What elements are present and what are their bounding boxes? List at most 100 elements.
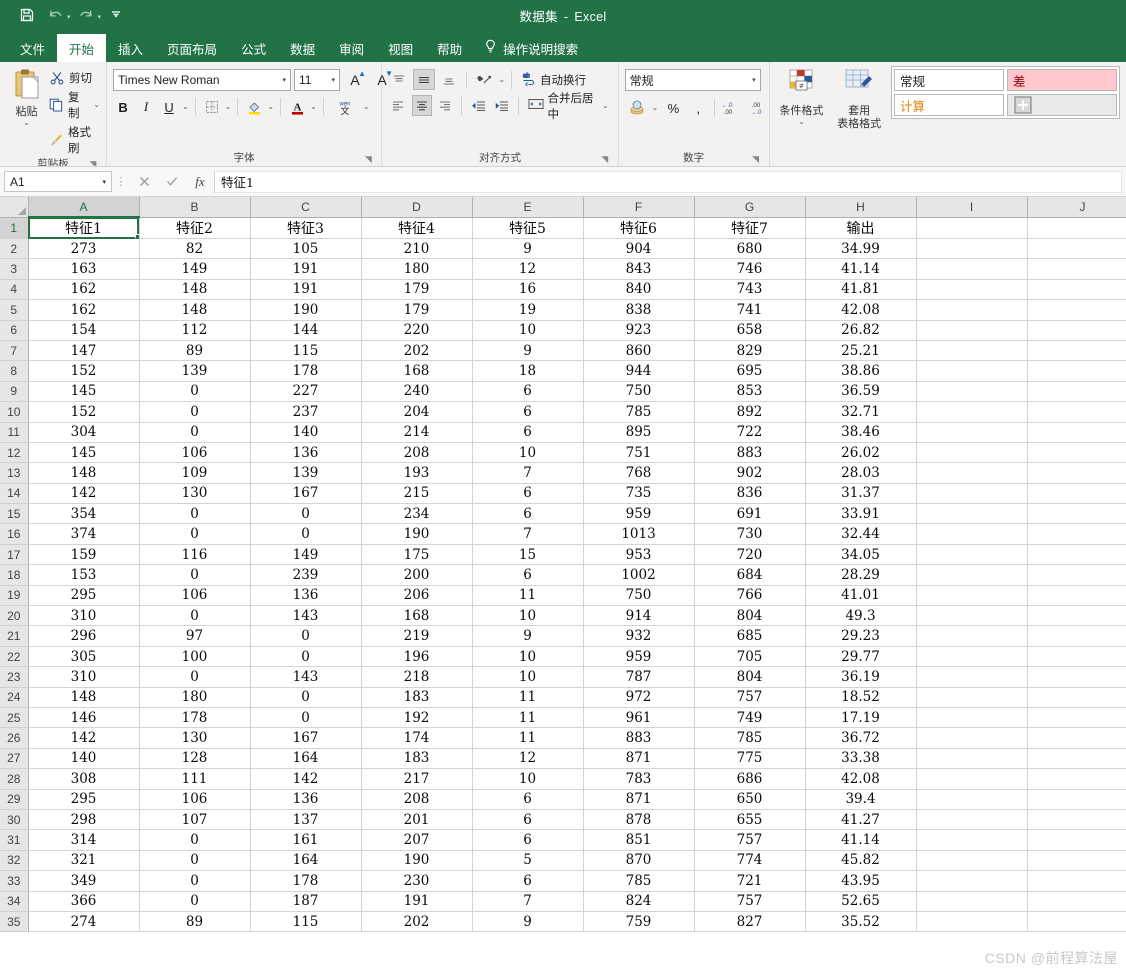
cell-H17[interactable]: 34.05 xyxy=(805,544,917,566)
cell-A4[interactable]: 162 xyxy=(28,279,140,301)
cell-C4[interactable]: 191 xyxy=(250,279,362,301)
cell-E11[interactable]: 6 xyxy=(472,422,584,443)
cell-B26[interactable]: 130 xyxy=(139,727,251,749)
cell-J1[interactable] xyxy=(1027,217,1126,239)
cell-B1[interactable]: 特征2 xyxy=(139,217,251,239)
cell-I22[interactable] xyxy=(916,646,1028,668)
cell-J28[interactable] xyxy=(1027,768,1126,790)
cell-J21[interactable] xyxy=(1027,625,1126,647)
cell-H21[interactable]: 29.23 xyxy=(805,625,917,647)
cell-A26[interactable]: 142 xyxy=(28,727,140,749)
cell-E33[interactable]: 6 xyxy=(472,870,584,892)
cell-J34[interactable] xyxy=(1027,891,1126,912)
row-header-6[interactable]: 6 xyxy=(0,320,29,341)
cell-I21[interactable] xyxy=(916,625,1028,647)
table-row[interactable]: 22 305 100 0 196 10 959 705 29.77 xyxy=(0,646,1126,668)
cell-A13[interactable]: 148 xyxy=(28,462,140,484)
cell-D35[interactable]: 202 xyxy=(361,911,473,933)
cell-A32[interactable]: 321 xyxy=(28,850,140,872)
cell-A18[interactable]: 153 xyxy=(28,564,140,586)
cell-A7[interactable]: 147 xyxy=(28,340,140,362)
orientation-icon[interactable]: a xyxy=(473,69,495,90)
cell-C19[interactable]: 136 xyxy=(250,585,362,607)
formula-input[interactable]: 特征1 xyxy=(214,170,1122,193)
cell-C26[interactable]: 167 xyxy=(250,727,362,749)
cancel-icon[interactable] xyxy=(130,171,158,193)
table-row[interactable]: 2 273 82 105 210 9 904 680 34.99 xyxy=(0,238,1126,260)
cell-style-swatch[interactable] xyxy=(1007,94,1118,116)
cell-H33[interactable]: 43.95 xyxy=(805,870,917,892)
cell-E5[interactable]: 19 xyxy=(472,299,584,321)
cell-F9[interactable]: 750 xyxy=(583,381,695,403)
cell-J31[interactable] xyxy=(1027,829,1126,851)
cell-D21[interactable]: 219 xyxy=(361,625,473,647)
cell-F5[interactable]: 838 xyxy=(583,299,695,321)
row-header-15[interactable]: 15 xyxy=(0,503,29,525)
cell-D11[interactable]: 214 xyxy=(361,422,473,443)
cell-I6[interactable] xyxy=(916,320,1028,341)
cell-G16[interactable]: 730 xyxy=(694,523,806,545)
cell-A19[interactable]: 295 xyxy=(28,585,140,607)
cell-I3[interactable] xyxy=(916,258,1028,280)
cell-E19[interactable]: 11 xyxy=(472,585,584,607)
cell-B5[interactable]: 148 xyxy=(139,299,251,321)
cell-H29[interactable]: 39.4 xyxy=(805,789,917,810)
redo-icon[interactable] xyxy=(73,3,99,27)
fill-color-icon[interactable] xyxy=(244,96,264,118)
cell-A12[interactable]: 145 xyxy=(28,442,140,464)
cell-E26[interactable]: 11 xyxy=(472,727,584,749)
clipboard-dialog-launcher-icon[interactable]: ◥ xyxy=(88,160,98,167)
cell-F30[interactable]: 878 xyxy=(583,809,695,831)
cell-J14[interactable] xyxy=(1027,483,1126,505)
cell-B13[interactable]: 109 xyxy=(139,462,251,484)
font-size-chevron-down-icon[interactable]: ▾ xyxy=(328,76,336,84)
cell-C32[interactable]: 164 xyxy=(250,850,362,872)
cell-G31[interactable]: 757 xyxy=(694,829,806,851)
cell-J3[interactable] xyxy=(1027,258,1126,280)
cell-F27[interactable]: 871 xyxy=(583,748,695,770)
cell-styles-gallery[interactable]: 常规 差 计算 xyxy=(891,66,1121,119)
conditional-formatting-button[interactable]: ≠ 条件格式 ⌄ xyxy=(776,66,828,126)
cell-B22[interactable]: 100 xyxy=(139,646,251,668)
cell-D17[interactable]: 175 xyxy=(361,544,473,566)
cell-G10[interactable]: 892 xyxy=(694,401,806,423)
select-all-corner[interactable] xyxy=(0,197,29,218)
row-header-30[interactable]: 30 xyxy=(0,809,29,831)
cell-E35[interactable]: 9 xyxy=(472,911,584,933)
cell-J27[interactable] xyxy=(1027,748,1126,770)
cell-E4[interactable]: 16 xyxy=(472,279,584,301)
cell-A9[interactable]: 145 xyxy=(28,381,140,403)
cell-G29[interactable]: 650 xyxy=(694,789,806,810)
row-header-14[interactable]: 14 xyxy=(0,483,29,505)
cell-G24[interactable]: 757 xyxy=(694,687,806,708)
customize-qat-icon[interactable] xyxy=(103,3,129,27)
cell-B8[interactable]: 139 xyxy=(139,360,251,382)
cell-style-bad[interactable]: 差 xyxy=(1007,69,1118,91)
table-row[interactable]: 4 162 148 191 179 16 840 743 41.81 xyxy=(0,279,1126,301)
cell-A23[interactable]: 310 xyxy=(28,666,140,688)
row-header-28[interactable]: 28 xyxy=(0,768,29,790)
cell-C17[interactable]: 149 xyxy=(250,544,362,566)
tab-home[interactable]: 开始 xyxy=(57,34,107,62)
table-row[interactable]: 10 152 0 237 204 6 785 892 32.71 xyxy=(0,401,1126,423)
format-painter-button[interactable]: 格式刷 xyxy=(49,124,100,156)
cell-I17[interactable] xyxy=(916,544,1028,566)
cell-I26[interactable] xyxy=(916,727,1028,749)
cell-D22[interactable]: 196 xyxy=(361,646,473,668)
row-header-26[interactable]: 26 xyxy=(0,727,29,749)
cell-G2[interactable]: 680 xyxy=(694,238,806,260)
cell-E25[interactable]: 11 xyxy=(472,707,584,729)
cell-F21[interactable]: 932 xyxy=(583,625,695,647)
cell-G18[interactable]: 684 xyxy=(694,564,806,586)
cell-E8[interactable]: 18 xyxy=(472,360,584,382)
table-row[interactable]: 29 295 106 136 208 6 871 650 39.4 xyxy=(0,789,1126,810)
row-header-29[interactable]: 29 xyxy=(0,789,29,810)
cell-A10[interactable]: 152 xyxy=(28,401,140,423)
align-bottom-icon[interactable] xyxy=(438,69,460,90)
cell-D24[interactable]: 183 xyxy=(361,687,473,708)
column-header-E[interactable]: E xyxy=(472,197,584,218)
percent-style-button[interactable]: % xyxy=(661,97,685,119)
cell-B27[interactable]: 128 xyxy=(139,748,251,770)
table-row[interactable]: 11 304 0 140 214 6 895 722 38.46 xyxy=(0,422,1126,443)
column-header-H[interactable]: H xyxy=(805,197,917,218)
